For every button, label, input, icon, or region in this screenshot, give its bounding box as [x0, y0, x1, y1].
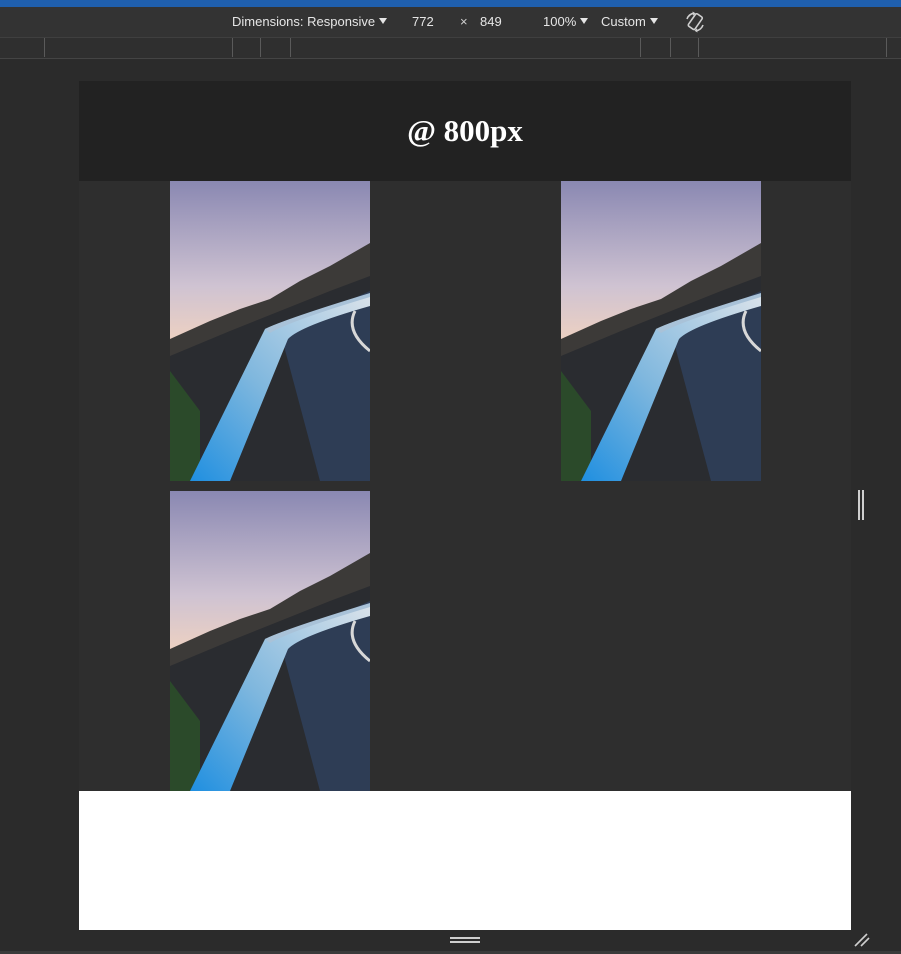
dimensions-dropdown[interactable]: Dimensions: Responsive	[232, 7, 388, 37]
ruler-tick	[698, 38, 699, 57]
emulated-viewport: @ 800px	[79, 81, 851, 930]
grip-line	[450, 941, 480, 943]
chevron-down-icon	[580, 18, 589, 24]
ruler-tick	[290, 38, 291, 57]
resize-corner-icon[interactable]	[853, 932, 871, 948]
grip-line	[862, 490, 864, 520]
throttle-dropdown[interactable]: Custom	[601, 7, 658, 37]
dimensions-label: Dimensions: Responsive	[232, 14, 376, 29]
zoom-dropdown[interactable]: 100%	[543, 7, 589, 37]
rotate-icon	[686, 11, 704, 33]
road-railing-photo	[170, 491, 370, 791]
zoom-label: 100%	[543, 14, 577, 29]
chevron-down-icon	[649, 18, 658, 24]
page-header: @ 800px	[79, 81, 851, 181]
ruler-tick	[260, 38, 261, 57]
page-title: @ 800px	[407, 113, 523, 148]
ruler-tick	[44, 38, 45, 57]
ruler-tick	[886, 38, 887, 57]
width-input[interactable]: 772	[412, 7, 434, 37]
page-blank-area	[79, 791, 851, 930]
times-icon: ×	[460, 14, 468, 29]
ruler-tick	[670, 38, 671, 57]
throttle-label: Custom	[601, 14, 646, 29]
rotate-button[interactable]	[683, 9, 707, 35]
window-accent-bar	[0, 0, 901, 7]
resize-handle-bottom[interactable]	[450, 937, 480, 943]
resize-handle-right[interactable]	[858, 490, 864, 520]
media-query-ruler[interactable]	[0, 38, 901, 59]
road-railing-photo	[561, 181, 761, 481]
road-railing-photo	[170, 181, 370, 481]
device-toolbar: Dimensions: Responsive 772 × 849 100% Cu…	[0, 7, 901, 38]
ruler-tick	[232, 38, 233, 57]
ruler-tick	[640, 38, 641, 57]
height-input[interactable]: 849	[480, 7, 502, 37]
chevron-down-icon	[379, 18, 388, 24]
grip-line	[858, 490, 860, 520]
grip-line	[450, 937, 480, 939]
